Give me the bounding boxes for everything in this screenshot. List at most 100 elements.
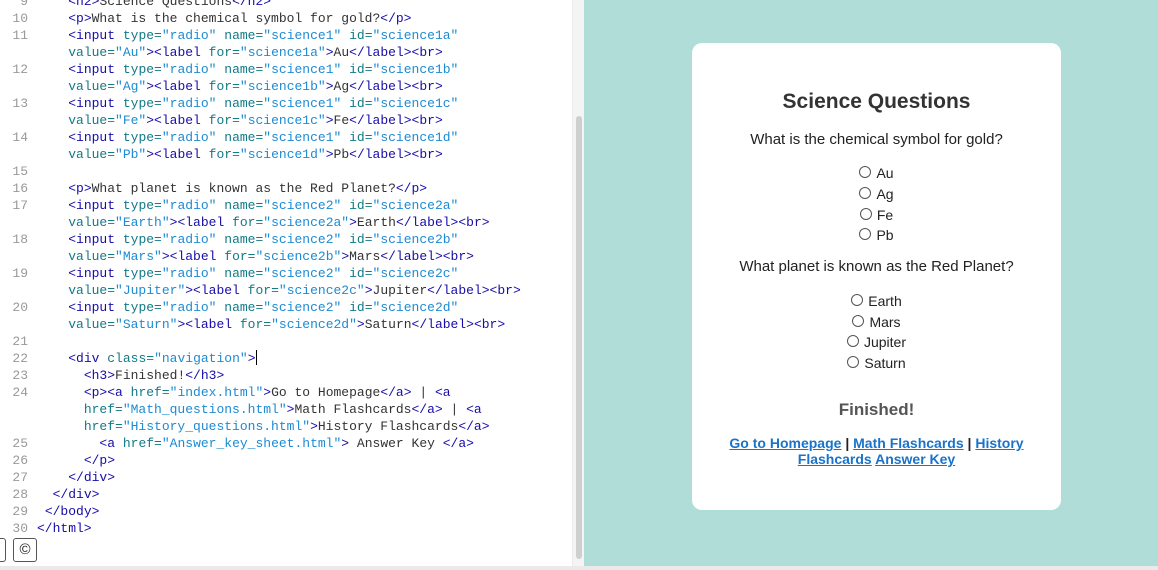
code-line[interactable]: 17 <input type="radio" name="science2" i… xyxy=(0,197,572,214)
line-number: 21 xyxy=(12,334,28,349)
code-line[interactable]: 26 </p> xyxy=(0,452,572,469)
radio-button[interactable] xyxy=(859,166,872,178)
radio-button[interactable] xyxy=(859,228,872,240)
code-text[interactable]: value="Jupiter"><label for="science2c">J… xyxy=(37,282,521,299)
code-line[interactable]: href="Math_questions.html">Math Flashcar… xyxy=(0,401,572,418)
code-text[interactable]: <input type="radio" name="science2" id="… xyxy=(37,265,458,282)
code-text[interactable]: value="Ag"><label for="science1b">Ag</la… xyxy=(37,78,443,95)
code-text[interactable]: <input type="radio" name="science2" id="… xyxy=(37,299,458,316)
code-line[interactable]: value="Saturn"><label for="science2d">Sa… xyxy=(0,316,572,333)
option-pb[interactable]: Pb xyxy=(692,226,1061,244)
code-text[interactable]: </div> xyxy=(37,486,100,503)
code-text[interactable]: </div> xyxy=(37,469,115,486)
code-line[interactable]: 25 <a href="Answer_key_sheet.html"> Answ… xyxy=(0,435,572,452)
code-line[interactable]: 16 <p>What planet is known as the Red Pl… xyxy=(0,180,572,197)
code-text[interactable]: <input type="radio" name="science1" id="… xyxy=(37,61,458,78)
editor-toolbar-button[interactable] xyxy=(0,538,6,562)
code-line[interactable]: 18 <input type="radio" name="science2" i… xyxy=(0,231,572,248)
radio-button[interactable] xyxy=(859,187,872,199)
editor-scrollbar[interactable] xyxy=(572,0,584,566)
option-au[interactable]: Au xyxy=(692,164,1061,182)
line-number: 19 xyxy=(12,266,28,281)
code-text[interactable]: value="Mars"><label for="science2b">Mars… xyxy=(37,248,474,265)
code-line[interactable]: 10 <p>What is the chemical symbol for go… xyxy=(0,10,572,27)
code-text[interactable]: </body> xyxy=(37,503,100,520)
code-text[interactable]: href="History_questions.html">History Fl… xyxy=(37,418,490,435)
code-line[interactable]: 24 <p><a href="index.html">Go to Homepag… xyxy=(0,384,572,401)
code-line[interactable]: value="Earth"><label for="science2a">Ear… xyxy=(0,214,572,231)
code-line[interactable]: 23 <h3>Finished!</h3> xyxy=(0,367,572,384)
line-number: 22 xyxy=(12,351,28,366)
radio-button[interactable] xyxy=(846,335,859,347)
line-number: 28 xyxy=(12,487,28,502)
math-flashcards-link[interactable]: Math Flashcards xyxy=(853,435,963,451)
line-number: 29 xyxy=(12,504,28,519)
code-text[interactable] xyxy=(37,333,45,350)
code-text[interactable]: value="Fe"><label for="science1c">Fe</la… xyxy=(37,112,443,129)
code-text[interactable]: value="Pb"><label for="science1d">Pb</la… xyxy=(37,146,443,163)
option-mars[interactable]: Mars xyxy=(692,313,1061,331)
code-text[interactable]: <input type="radio" name="science1" id="… xyxy=(37,27,458,44)
code-line[interactable]: 13 <input type="radio" name="science1" i… xyxy=(0,95,572,112)
code-line[interactable]: 21 xyxy=(0,333,572,350)
code-editor[interactable]: 9 <h2>Science Questions</h2> 10 <p>What i… xyxy=(0,0,584,566)
line-number: 15 xyxy=(12,164,28,179)
code-text[interactable]: <div class="navigation"> xyxy=(37,350,257,367)
radio-button[interactable] xyxy=(851,294,864,306)
horizontal-scrollbar[interactable] xyxy=(0,566,1158,570)
code-text[interactable]: <input type="radio" name="science2" id="… xyxy=(37,197,458,214)
line-number: 23 xyxy=(12,368,28,383)
radio-button[interactable] xyxy=(859,208,872,220)
option-ag[interactable]: Ag xyxy=(692,185,1061,203)
code-line[interactable]: href="History_questions.html">History Fl… xyxy=(0,418,572,435)
code-text[interactable]: <input type="radio" name="science1" id="… xyxy=(37,95,458,112)
code-line[interactable]: value="Fe"><label for="science1c">Fe</la… xyxy=(0,112,572,129)
code-text[interactable]: </p> xyxy=(37,452,115,469)
editor-scrollbar-thumb[interactable] xyxy=(576,116,582,559)
code-line[interactable]: 28 </div> xyxy=(0,486,572,503)
code-text[interactable]: href="Math_questions.html">Math Flashcar… xyxy=(37,401,482,418)
code-area[interactable]: 9 <h2>Science Questions</h2> 10 <p>What i… xyxy=(0,0,572,537)
code-line[interactable]: value="Jupiter"><label for="science2c">J… xyxy=(0,282,572,299)
code-text[interactable]: <input type="radio" name="science2" id="… xyxy=(37,231,458,248)
code-text[interactable] xyxy=(37,163,45,180)
code-text[interactable]: value="Earth"><label for="science2a">Ear… xyxy=(37,214,489,231)
code-line[interactable]: value="Ag"><label for="science1b">Ag</la… xyxy=(0,78,572,95)
radio-button[interactable] xyxy=(852,315,865,327)
code-line[interactable]: 15 xyxy=(0,163,572,180)
code-line[interactable]: 20 <input type="radio" name="science2" i… xyxy=(0,299,572,316)
code-line[interactable]: 14 <input type="radio" name="science1" i… xyxy=(0,129,572,146)
code-line[interactable]: 30 </html> xyxy=(0,520,572,537)
code-line[interactable]: 12 <input type="radio" name="science1" i… xyxy=(0,61,572,78)
code-text[interactable]: </html> xyxy=(37,520,92,537)
answer-key-link[interactable]: Answer Key xyxy=(875,451,955,467)
line-number: 16 xyxy=(12,181,28,196)
code-text[interactable]: <h3>Finished!</h3> xyxy=(37,367,224,384)
copyright-button[interactable]: © xyxy=(13,538,37,562)
homepage-link[interactable]: Go to Homepage xyxy=(729,435,841,451)
link-separator: | xyxy=(845,435,850,451)
code-text[interactable]: <input type="radio" name="science1" id="… xyxy=(37,129,458,146)
code-text[interactable]: <h2>Science Questions</h2> xyxy=(37,0,271,10)
line-number: 25 xyxy=(12,436,28,451)
code-line[interactable]: 19 <input type="radio" name="science2" i… xyxy=(0,265,572,282)
code-line[interactable]: 22 <div class="navigation"> xyxy=(0,350,572,367)
code-line[interactable]: value="Mars"><label for="science2b">Mars… xyxy=(0,248,572,265)
code-line[interactable]: 29 </body> xyxy=(0,503,572,520)
code-line[interactable]: value="Au"><label for="science1a">Au</la… xyxy=(0,44,572,61)
code-line[interactable]: value="Pb"><label for="science1d">Pb</la… xyxy=(0,146,572,163)
code-text[interactable]: <a href="Answer_key_sheet.html"> Answer … xyxy=(37,435,474,452)
code-text[interactable]: value="Saturn"><label for="science2d">Sa… xyxy=(37,316,505,333)
code-text[interactable]: value="Au"><label for="science1a">Au</la… xyxy=(37,44,443,61)
code-text[interactable]: <p>What planet is known as the Red Plane… xyxy=(37,180,427,197)
code-line[interactable]: 27 </div> xyxy=(0,469,572,486)
option-earth[interactable]: Earth xyxy=(692,292,1061,310)
option-jupiter[interactable]: Jupiter xyxy=(692,333,1061,351)
radio-button[interactable] xyxy=(847,356,860,368)
code-line[interactable]: 9 <h2>Science Questions</h2> xyxy=(0,0,572,10)
code-text[interactable]: <p><a href="index.html">Go to Homepage</… xyxy=(37,384,451,401)
code-text[interactable]: <p>What is the chemical symbol for gold?… xyxy=(37,10,411,27)
option-fe[interactable]: Fe xyxy=(692,206,1061,224)
option-saturn[interactable]: Saturn xyxy=(692,354,1061,372)
code-line[interactable]: 11 <input type="radio" name="science1" i… xyxy=(0,27,572,44)
